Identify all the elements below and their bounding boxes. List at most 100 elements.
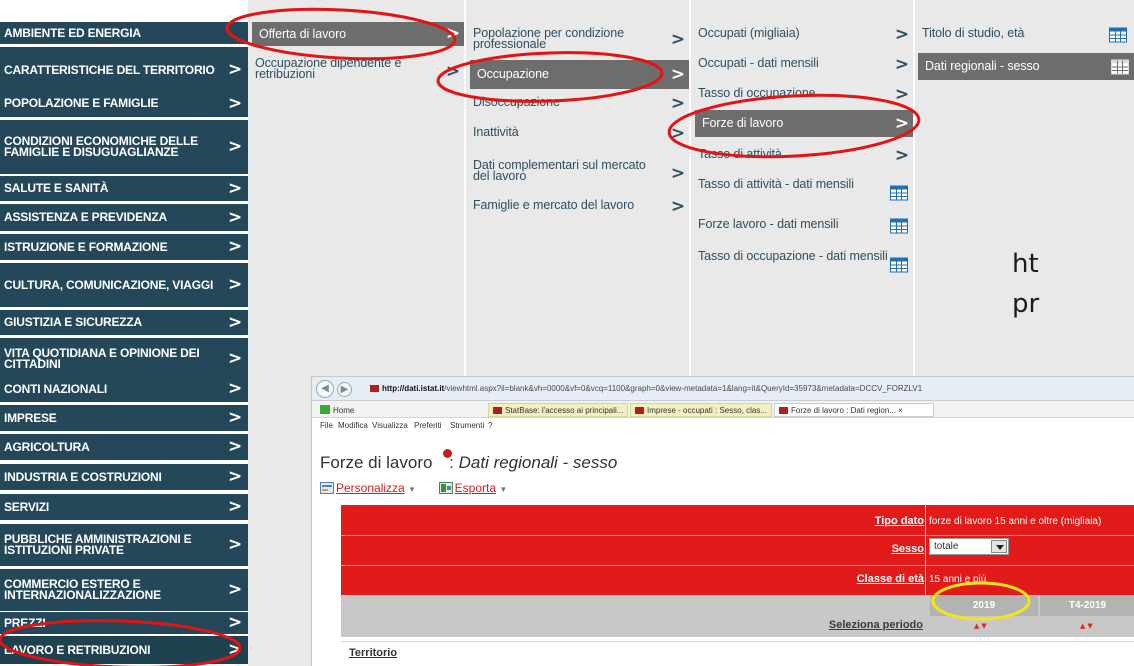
theme-label: INDUSTRIA E COSTRUZIONI: [4, 469, 162, 484]
theme-cultura-comunicazione[interactable]: CULTURA, COMUNICAZIONE, VIAGGI >: [0, 263, 248, 307]
menu-strumenti[interactable]: Strumenti: [450, 421, 484, 430]
item-forze-lavoro-mensili[interactable]: Forze lavoro - dati mensili: [691, 218, 915, 234]
forward-icon[interactable]: ▶: [337, 382, 352, 397]
tipo-dato-label[interactable]: Tipo dato: [875, 515, 924, 527]
table-grid-icon: [890, 185, 908, 201]
chevron-right-icon: >: [445, 61, 460, 82]
period-2019[interactable]: 2019: [930, 595, 1038, 616]
item-tasso-attivita-mensili[interactable]: Tasso di attività - dati mensili: [691, 178, 915, 207]
item-offerta-di-lavoro[interactable]: Offerta di lavoro >: [252, 22, 466, 46]
tab-imprese-occupati[interactable]: Imprese - occupati : Sesso, clas...: [630, 403, 772, 417]
theme-commercio-estero[interactable]: COMMERCIO ESTERO E INTERNAZIONALIZZAZION…: [0, 569, 248, 611]
menu-modifica[interactable]: Modifica: [338, 421, 368, 430]
item-label: Occupati - dati mensili: [698, 56, 819, 70]
table-grid-icon: [1111, 59, 1129, 74]
personalizza-button[interactable]: Personalizza ▼: [320, 481, 416, 495]
seleziona-periodo-label[interactable]: Seleziona periodo: [829, 619, 923, 631]
chevron-right-icon: >: [670, 163, 685, 184]
table-header-row: [341, 641, 1134, 666]
theme-condizioni-economiche[interactable]: CONDIZIONI ECONOMICHE DELLE FAMIGLIE E D…: [0, 120, 248, 174]
themes-column: AMBIENTE ED ENERGIA CARATTERISTICHE DEL …: [0, 0, 248, 666]
item-inattivita[interactable]: Inattività >: [466, 125, 691, 142]
menu-visualizza[interactable]: Visualizza: [372, 421, 408, 430]
table-grid-icon: [890, 218, 908, 234]
back-icon[interactable]: ◀: [316, 380, 334, 398]
item-occupazione-dipendente[interactable]: Occupazione dipendente e retribuzioni >: [248, 56, 466, 86]
sort-icon[interactable]: ▲▼: [1080, 622, 1095, 630]
item-tasso-attivita[interactable]: Tasso di attività >: [691, 147, 915, 164]
item-occupati-mensili[interactable]: Occupati - dati mensili >: [691, 56, 915, 73]
theme-ambiente-energia[interactable]: AMBIENTE ED ENERGIA: [0, 22, 248, 44]
url-text-fragment: ht pr: [1012, 249, 1040, 319]
table-grid-icon: [890, 257, 908, 273]
sesso-label[interactable]: Sesso: [892, 543, 924, 555]
sesso-select[interactable]: totale: [929, 538, 1009, 555]
item-tasso-occupazione-mensili[interactable]: Tasso di occupazione - dati mensili: [691, 250, 915, 279]
address-bar[interactable]: ◀ ▶ http://dati.istat.it/viewhtml.aspx?i…: [312, 377, 1134, 401]
theme-vita-quotidiana[interactable]: VITA QUOTIDIANA E OPINIONE DEI CITTADINI…: [0, 338, 248, 380]
filter-panel: Tipo dato forze di lavoro 15 anni e oltr…: [341, 505, 1134, 595]
theme-assistenza-previdenza[interactable]: ASSISTENZA E PREVIDENZA >: [0, 204, 248, 231]
theme-territorio[interactable]: CARATTERISTICHE DEL TERRITORIO >: [0, 47, 248, 93]
period-label: 2019: [972, 600, 996, 611]
home-tab[interactable]: Home: [316, 403, 358, 417]
theme-pubbliche-amministrazioni[interactable]: PUBBLICHE AMMINISTRAZIONI E ISTITUZIONI …: [0, 524, 248, 566]
item-label: Tasso di attività: [698, 147, 782, 161]
item-titolo-studio-eta[interactable]: Titolo di studio, età: [915, 27, 1134, 43]
item-label: Offerta di lavoro: [259, 26, 347, 41]
theme-lavoro-retribuzioni[interactable]: LAVORO E RETRIBUZIONI >: [0, 636, 248, 664]
theme-prezzi[interactable]: PREZZI >: [0, 612, 248, 634]
item-occupati-migliaia[interactable]: Occupati (migliaia) >: [691, 26, 915, 43]
browser-screenshot: ◀ ▶ http://dati.istat.it/viewhtml.aspx?i…: [311, 376, 1134, 666]
theme-industria-costruzioni[interactable]: INDUSTRIA E COSTRUZIONI >: [0, 464, 248, 490]
theme-imprese[interactable]: IMPRESE >: [0, 405, 248, 431]
theme-label: VITA QUOTIDIANA E OPINIONE DEI CITTADINI: [4, 346, 200, 371]
theme-servizi[interactable]: SERVIZI >: [0, 494, 248, 520]
sort-icon[interactable]: ▲▼: [974, 622, 989, 630]
period-t4-2019[interactable]: T4-2019: [1040, 595, 1134, 616]
theme-label: SERVIZI: [4, 499, 50, 514]
theme-istruzione-formazione[interactable]: ISTRUZIONE E FORMAZIONE >: [0, 234, 248, 260]
territorio-header[interactable]: Territorio: [349, 647, 397, 659]
dropdown-arrow-icon: ▼: [408, 485, 416, 494]
tab-label: Imprese - occupati : Sesso, clas...: [647, 406, 768, 415]
item-label: Dati complementari sul mercato del lavor…: [473, 158, 646, 183]
menu-file[interactable]: File: [320, 421, 333, 430]
esporta-button[interactable]: Esporta ▼: [438, 481, 507, 495]
title-main: Forze di lavoro: [320, 453, 433, 472]
theme-giustizia-sicurezza[interactable]: GIUSTIZIA E SICUREZZA >: [0, 310, 248, 335]
theme-label: CONTI NAZIONALI: [4, 381, 107, 396]
theme-salute-sanita[interactable]: SALUTE E SANITÀ >: [0, 176, 248, 201]
theme-agricoltura[interactable]: AGRICOLTURA >: [0, 434, 248, 460]
url-field[interactable]: http://dati.istat.it/viewhtml.aspx?il=bl…: [370, 384, 922, 393]
chevron-right-icon: >: [894, 113, 909, 133]
theme-label: ISTRUZIONE E FORMAZIONE: [4, 239, 168, 254]
item-tasso-occupazione[interactable]: Tasso di occupazione >: [691, 86, 915, 103]
tab-label: Forze di lavoro : Dati region... ×: [791, 406, 903, 415]
item-dati-regionali-sesso[interactable]: Dati regionali - sesso: [918, 53, 1134, 80]
classe-eta-label[interactable]: Classe di età: [857, 573, 924, 585]
item-famiglie-mercato[interactable]: Famiglie e mercato del lavoro >: [466, 198, 691, 215]
item-label: Occupazione dipendente e retribuzioni: [255, 56, 402, 81]
item-label: Forze di lavoro: [702, 116, 784, 130]
info-icon[interactable]: [443, 449, 452, 458]
theme-conti-nazionali[interactable]: CONTI NAZIONALI >: [0, 376, 248, 402]
menu-preferiti[interactable]: Preferiti: [414, 421, 442, 430]
item-occupazione[interactable]: Occupazione >: [470, 60, 691, 89]
item-disoccupazione[interactable]: Disoccupazione >: [466, 95, 691, 112]
chevron-down-icon[interactable]: [991, 540, 1007, 553]
chevron-right-icon: >: [227, 93, 242, 113]
menu-help[interactable]: ?: [488, 421, 492, 430]
tab-forze-lavoro[interactable]: Forze di lavoro : Dati region... ×: [774, 403, 934, 417]
tab-statbase[interactable]: StatBase: l'accesso ai principali...: [488, 403, 628, 417]
item-forze-di-lavoro[interactable]: Forze di lavoro >: [695, 110, 915, 137]
chevron-right-icon: >: [227, 496, 242, 517]
item-label: Occupazione: [477, 67, 549, 81]
chevron-right-icon: >: [227, 59, 242, 80]
item-dati-complementari[interactable]: Dati complementari sul mercato del lavor…: [466, 158, 691, 188]
panel-divider: [925, 505, 926, 595]
theme-label: CARATTERISTICHE DEL TERRITORIO: [4, 62, 215, 77]
theme-label: ASSISTENZA E PREVIDENZA: [4, 210, 167, 224]
item-popolazione-condizione[interactable]: Popolazione per condizione professionale…: [466, 27, 691, 52]
theme-popolazione-famiglie[interactable]: POPOLAZIONE E FAMIGLIE >: [0, 90, 248, 117]
